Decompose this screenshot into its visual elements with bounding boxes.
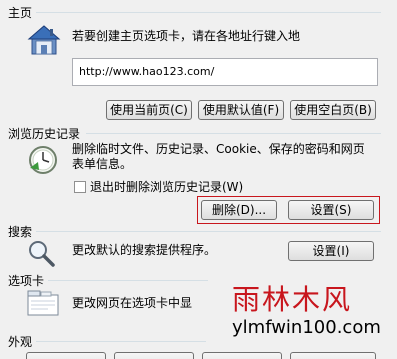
homepage-url-text: http://www.hao123.com/ [79,65,215,78]
use-current-page-button[interactable]: 使用当前页(C) [106,100,192,120]
search-description: 更改默认的搜索提供程序。 [72,243,217,257]
appearance-section-divider [36,341,206,342]
watermark-domain: ylmfwin100.com [232,317,381,338]
search-settings-button[interactable]: 设置(I) [288,241,374,261]
delete-history-button[interactable]: 删除(D)... [201,200,277,220]
watermark-logo-text: 雨林木风 [232,283,353,316]
home-section-divider [36,12,381,13]
accessibility-button[interactable] [290,352,376,359]
fonts-button[interactable] [202,352,282,359]
tabs-window-icon [26,289,60,317]
use-blank-page-button[interactable]: 使用空白页(B) [290,100,376,120]
use-default-button[interactable]: 使用默认值(F) [198,100,284,120]
languages-button[interactable] [114,352,194,359]
search-section-divider [36,231,381,232]
tabs-section-divider [48,280,208,281]
delete-history-on-exit-label: 退出时删除浏览历史记录(W) [90,180,244,194]
delete-history-on-exit-checkbox[interactable] [74,181,86,193]
tabs-description: 更改网页在选项卡中显 [72,296,193,310]
history-section-title: 浏览历史记录 [8,127,81,141]
history-description-line2: 表单信息。 [72,157,133,171]
history-clock-icon [26,142,62,178]
home-section-title: 主页 [8,6,33,20]
history-settings-button[interactable]: 设置(S) [288,200,374,220]
history-section-divider [86,133,381,134]
home-description: 若要创建主页选项卡，请在各地址行键入地 [72,29,301,43]
homepage-url-field[interactable]: http://www.hao123.com/ [72,58,378,86]
home-icon [26,22,62,58]
colors-button[interactable] [26,352,106,359]
history-description-line1: 删除临时文件、历史记录、Cookie、保存的密码和网页 [72,142,365,156]
search-magnifier-icon [26,238,56,268]
tabs-section-title: 选项卡 [8,274,45,288]
appearance-section-title: 外观 [8,335,33,349]
